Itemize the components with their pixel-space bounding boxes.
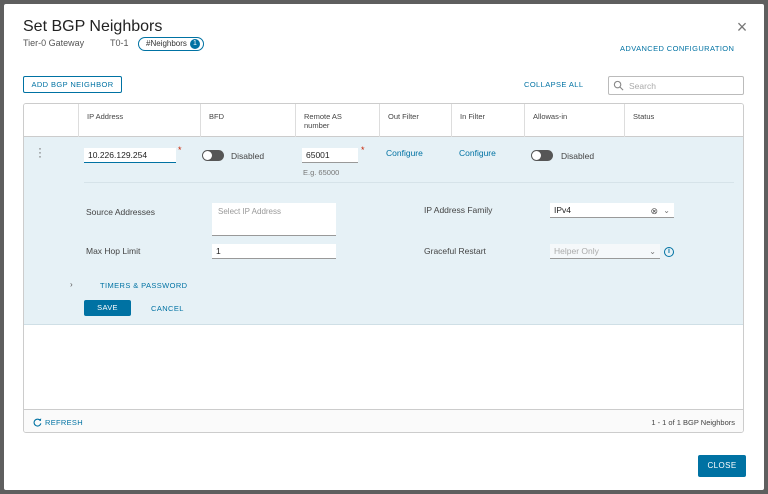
grid-footer: REFRESH 1 - 1 of 1 BGP Neighbors: [24, 409, 743, 432]
ip-address-input[interactable]: [84, 148, 176, 163]
remote-as-input[interactable]: [302, 148, 358, 163]
ip-required-mark: *: [178, 145, 182, 155]
ip-address-family-select[interactable]: IPv4 ⊗ ⌄: [550, 203, 674, 218]
in-filter-configure-link[interactable]: Configure: [459, 148, 496, 158]
graceful-restart-label: Graceful Restart: [424, 246, 486, 256]
graceful-restart-value: Helper Only: [554, 246, 599, 256]
chevron-right-icon[interactable]: ›: [70, 280, 73, 289]
gateway-name: T0-1: [110, 38, 129, 48]
ip-address-family-label: IP Address Family: [424, 205, 493, 215]
search-box: [608, 76, 744, 95]
max-hop-limit-label: Max Hop Limit: [86, 246, 141, 256]
chevron-down-icon: ⌄: [663, 206, 670, 215]
out-filter-configure-link[interactable]: Configure: [386, 148, 423, 158]
timers-password-toggle[interactable]: TIMERS & PASSWORD: [100, 281, 188, 290]
bgp-neighbors-grid: IP Address BFD Remote AS number Out Filt…: [23, 103, 744, 433]
advanced-configuration-link[interactable]: ADVANCED CONFIGURATION: [620, 44, 734, 53]
row-actions-icon[interactable]: · · ·: [37, 142, 43, 162]
allowas-in-state-label: Disabled: [561, 151, 595, 161]
info-icon[interactable]: i: [664, 247, 674, 257]
search-icon: [613, 80, 624, 91]
source-addresses-input[interactable]: [212, 203, 336, 236]
pagination-count: 1 - 1 of 1 BGP Neighbors: [651, 418, 735, 427]
table-row: ··· * Disabled * E.g. 65000 Configure Co…: [24, 137, 743, 325]
header-in-filter: In Filter: [451, 104, 524, 137]
bfd-toggle[interactable]: [202, 150, 224, 161]
bfd-state-label: Disabled: [231, 151, 265, 161]
graceful-restart-select[interactable]: Helper Only ⌄: [550, 244, 660, 259]
header-out-filter: Out Filter: [379, 104, 451, 137]
header-bfd: BFD: [200, 104, 295, 137]
refresh-button[interactable]: REFRESH: [33, 418, 83, 427]
close-button[interactable]: CLOSE: [698, 455, 746, 477]
header-remote-as: Remote AS number: [295, 104, 379, 137]
neighbors-tag[interactable]: #Neighbors 1: [138, 37, 204, 51]
collapse-all-link[interactable]: COLLAPSE ALL: [524, 80, 583, 89]
remote-as-hint: E.g. 65000: [303, 168, 340, 177]
neighbors-count-badge: 1: [189, 39, 200, 49]
neighbors-tag-label: #Neighbors: [146, 39, 187, 48]
remote-as-required-mark: *: [361, 145, 365, 155]
grid-header: IP Address BFD Remote AS number Out Filt…: [24, 104, 743, 137]
refresh-icon: [33, 418, 42, 427]
chevron-down-icon: ⌄: [649, 247, 656, 256]
allowas-in-toggle[interactable]: [531, 150, 553, 161]
row-divider: [84, 182, 734, 183]
refresh-label: REFRESH: [45, 418, 83, 427]
clear-icon[interactable]: ⊗: [650, 204, 658, 219]
search-input[interactable]: [629, 79, 739, 92]
dialog-title: Set BGP Neighbors: [23, 18, 163, 35]
bgp-neighbors-dialog: Set BGP Neighbors × Tier-0 Gateway T0-1 …: [4, 4, 764, 490]
save-button[interactable]: SAVE: [84, 300, 131, 316]
source-addresses-label: Source Addresses: [86, 207, 155, 217]
add-bgp-neighbor-button[interactable]: ADD BGP NEIGHBOR: [23, 76, 122, 93]
gateway-type-label: Tier-0 Gateway: [23, 38, 85, 48]
max-hop-limit-input[interactable]: [212, 244, 336, 259]
header-ip-address: IP Address: [78, 104, 200, 137]
header-allowas-in: Allowas-in: [524, 104, 624, 137]
cancel-button[interactable]: CANCEL: [151, 304, 184, 313]
header-status: Status: [624, 104, 743, 137]
close-icon[interactable]: ×: [733, 18, 751, 36]
ip-address-family-value: IPv4: [554, 205, 572, 215]
